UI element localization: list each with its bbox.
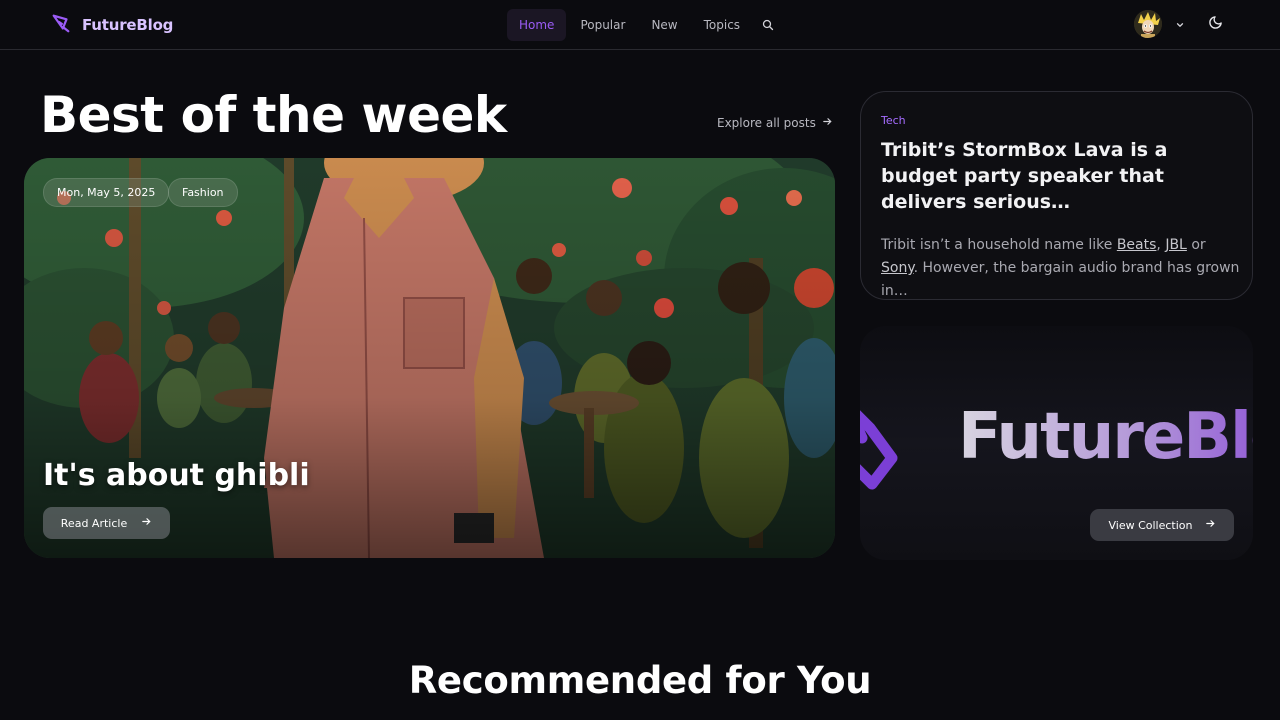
moon-icon bbox=[1208, 15, 1223, 34]
avatar[interactable] bbox=[1134, 10, 1162, 38]
collection-logo-icon bbox=[860, 398, 904, 498]
arrow-right-icon bbox=[141, 516, 152, 530]
post-title[interactable]: Tribit’s StormBox Lava is a budget party… bbox=[881, 137, 1241, 215]
post-category-tag[interactable]: Tech bbox=[881, 114, 906, 127]
view-collection-button[interactable]: View Collection bbox=[1090, 509, 1234, 541]
read-article-label: Read Article bbox=[60, 516, 128, 530]
brand-name: FutureBlog bbox=[82, 16, 174, 34]
nav-link-popular[interactable]: Popular bbox=[568, 9, 637, 41]
category-badge[interactable]: Fashion bbox=[168, 178, 238, 207]
top-navbar: FutureBlog Home Popular New Topics bbox=[0, 0, 1280, 50]
nav-link-home[interactable]: Home bbox=[507, 9, 567, 41]
main-nav: Home Popular New Topics bbox=[507, 9, 782, 41]
explore-label: Explore all posts bbox=[717, 116, 816, 130]
nav-link-topics[interactable]: Topics bbox=[692, 9, 752, 41]
excerpt-separator: , bbox=[1156, 237, 1166, 253]
search-icon bbox=[762, 16, 774, 35]
excerpt-separator: or bbox=[1186, 237, 1206, 253]
section-title: Best of the week bbox=[40, 86, 507, 144]
account-menu-toggle[interactable] bbox=[1172, 16, 1188, 32]
user-controls bbox=[1134, 10, 1226, 38]
recommended-section-title: Recommended for You bbox=[408, 659, 872, 702]
view-collection-label: View Collection bbox=[1108, 518, 1193, 532]
post-excerpt: Tribit isn’t a household name like Beats… bbox=[881, 234, 1246, 303]
excerpt-text: Tribit isn’t a household name like bbox=[881, 237, 1117, 253]
collection-card[interactable]: FutureBlo View Collection bbox=[860, 326, 1253, 560]
featured-post-card[interactable]: Tech Tribit’s StormBox Lava is a budget … bbox=[860, 91, 1253, 300]
hero-article-card[interactable] bbox=[24, 158, 835, 558]
brand-link-jbl[interactable]: JBL bbox=[1165, 237, 1187, 253]
chevron-down-icon bbox=[1175, 15, 1185, 34]
brand-link-beats[interactable]: Beats bbox=[1117, 237, 1157, 253]
excerpt-text: . However, the bargain audio brand has g… bbox=[881, 260, 1240, 299]
collection-brand-wordmark: FutureBlo bbox=[958, 400, 1253, 474]
hero-illustration bbox=[24, 158, 835, 558]
pen-logo-icon bbox=[50, 12, 72, 38]
article-date-badge: Mon, May 5, 2025 bbox=[43, 178, 170, 207]
search-button[interactable] bbox=[754, 10, 782, 40]
brand-logo[interactable]: FutureBlog bbox=[50, 12, 173, 38]
read-article-button[interactable]: Read Article bbox=[43, 507, 170, 539]
theme-toggle-button[interactable] bbox=[1204, 13, 1226, 35]
explore-all-posts-link[interactable]: Explore all posts bbox=[717, 116, 833, 130]
brand-link-sony[interactable]: Sony bbox=[881, 260, 914, 276]
nav-link-new[interactable]: New bbox=[639, 9, 689, 41]
arrow-right-icon bbox=[1205, 518, 1216, 532]
hero-article-title[interactable]: It's about ghibli bbox=[43, 458, 310, 493]
arrow-right-icon bbox=[822, 116, 833, 130]
